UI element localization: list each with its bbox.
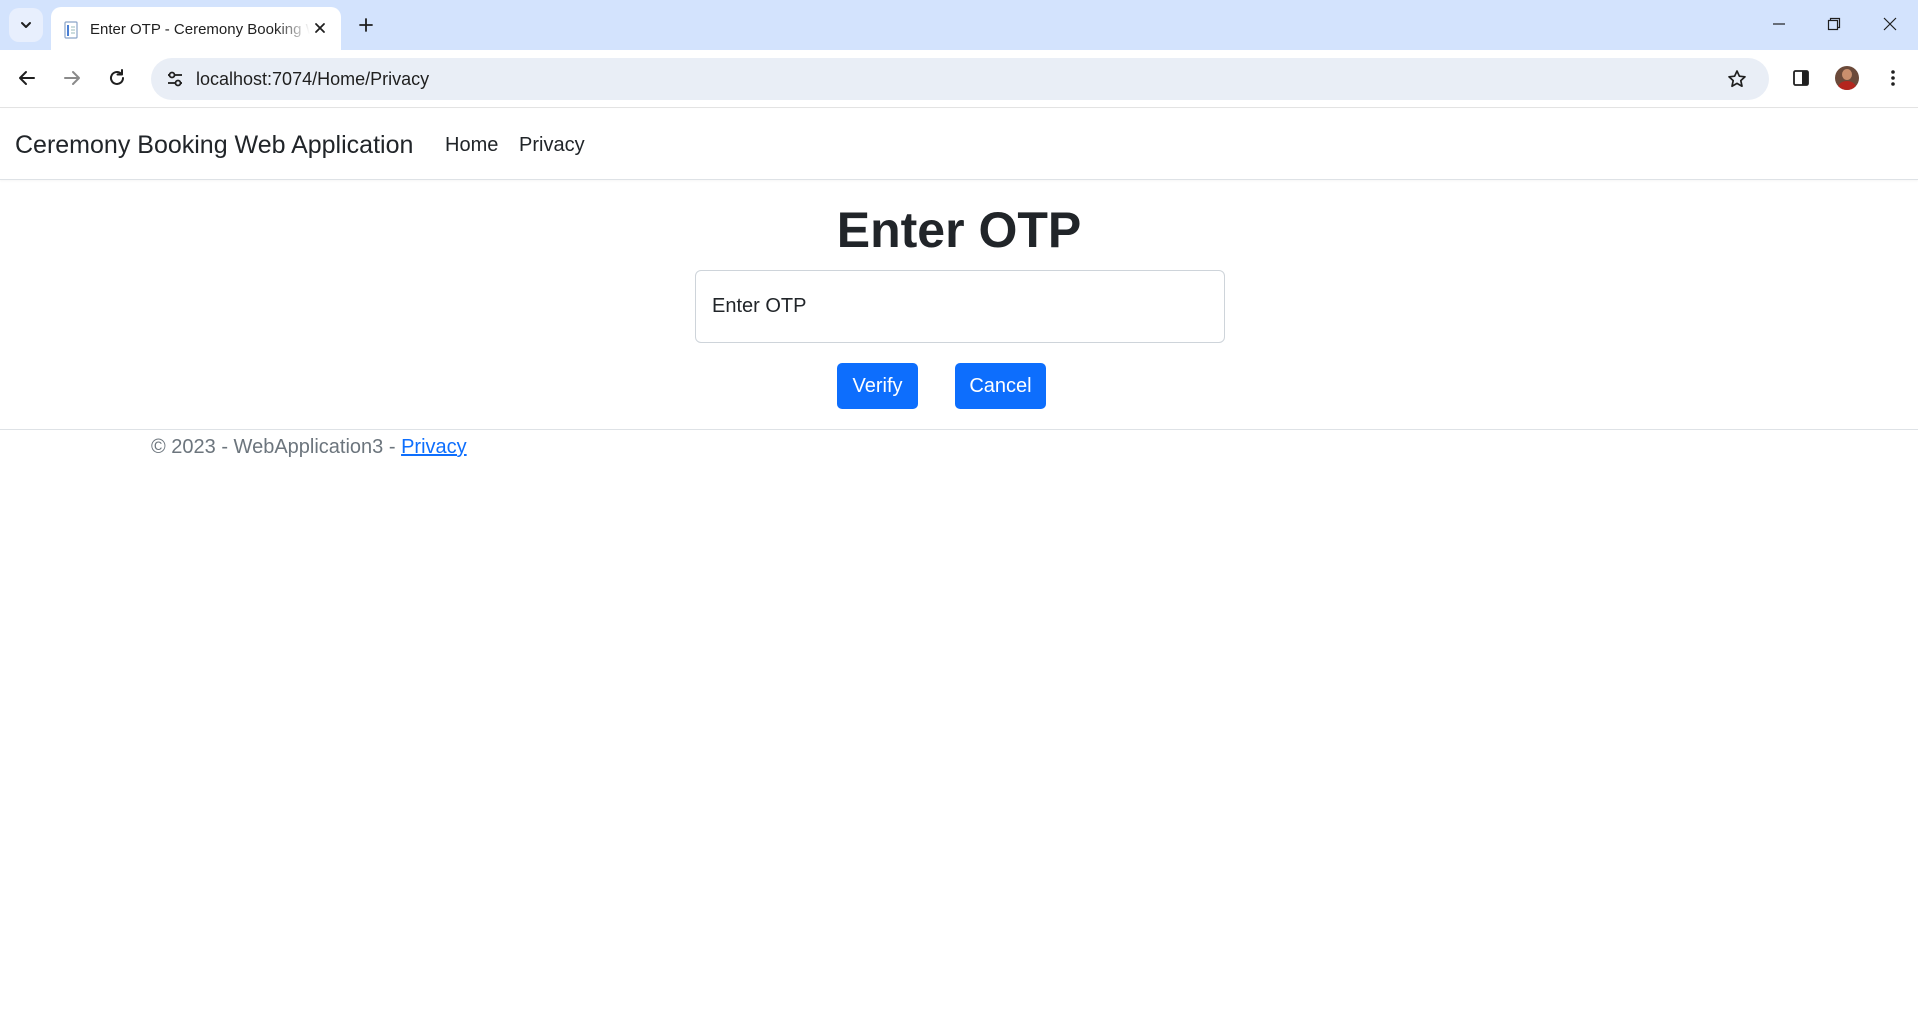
site-info-button[interactable] <box>159 63 191 95</box>
page-favicon-icon <box>64 21 78 39</box>
reload-icon <box>110 69 124 85</box>
tab-title: Enter OTP - Ceremony Booking Web Applica… <box>90 21 310 38</box>
page-content: Ceremony Booking Web Application Home Pr… <box>0 109 1918 1012</box>
nav-link-privacy[interactable]: Privacy <box>519 134 585 157</box>
nav-link-home[interactable]: Home <box>445 134 498 157</box>
chevron-down-icon <box>21 22 31 28</box>
close-icon <box>315 23 325 33</box>
browser-menu-button[interactable] <box>1875 60 1911 96</box>
copyright-text: © 2023 - WebApplication3 - <box>151 436 402 458</box>
address-bar[interactable]: localhost:7074/Home/Privacy <box>151 58 1769 100</box>
browser-toolbar: localhost:7074/Home/Privacy <box>0 50 1918 108</box>
forward-button[interactable] <box>54 60 90 96</box>
new-tab-button[interactable] <box>351 10 381 40</box>
tune-icon <box>168 71 182 87</box>
site-navbar: Ceremony Booking Web Application Home Pr… <box>0 109 1918 180</box>
footer-privacy-link[interactable]: Privacy <box>401 436 467 458</box>
site-footer: © 2023 - WebApplication3 - Privacy <box>0 429 1918 489</box>
side-panel-icon <box>1793 70 1809 86</box>
minimize-button[interactable] <box>1751 0 1807 48</box>
browser-tab-strip: Enter OTP - Ceremony Booking Web Applica… <box>0 0 1918 50</box>
arrow-right-icon <box>64 71 80 85</box>
bookmark-button[interactable] <box>1723 65 1751 93</box>
url-text[interactable]: localhost:7074/Home/Privacy <box>196 69 429 90</box>
plus-icon <box>359 18 373 32</box>
tab-search-button[interactable] <box>9 8 43 42</box>
star-icon <box>1728 70 1746 88</box>
browser-tab-active[interactable]: Enter OTP - Ceremony Booking Web Applica… <box>51 7 341 50</box>
reload-button[interactable] <box>99 60 135 96</box>
restore-button[interactable] <box>1806 0 1862 48</box>
otp-input[interactable] <box>695 270 1225 343</box>
navbar-brand[interactable]: Ceremony Booking Web Application <box>15 131 413 160</box>
close-icon <box>1883 17 1897 31</box>
back-button[interactable] <box>9 60 45 96</box>
footer-text: © 2023 - WebApplication3 - Privacy <box>151 436 467 459</box>
cancel-button[interactable]: Cancel <box>955 363 1046 409</box>
profile-button[interactable] <box>1829 60 1865 96</box>
close-window-button[interactable] <box>1862 0 1918 48</box>
page-title: Enter OTP <box>836 202 1082 258</box>
side-panel-button[interactable] <box>1783 60 1819 96</box>
avatar <box>1835 66 1859 90</box>
minimize-icon <box>1773 23 1785 25</box>
more-vert-icon <box>1891 70 1895 86</box>
restore-icon <box>1827 17 1841 31</box>
tab-close-button[interactable] <box>310 18 330 38</box>
arrow-left-icon <box>19 71 35 85</box>
verify-button[interactable]: Verify <box>837 363 918 409</box>
